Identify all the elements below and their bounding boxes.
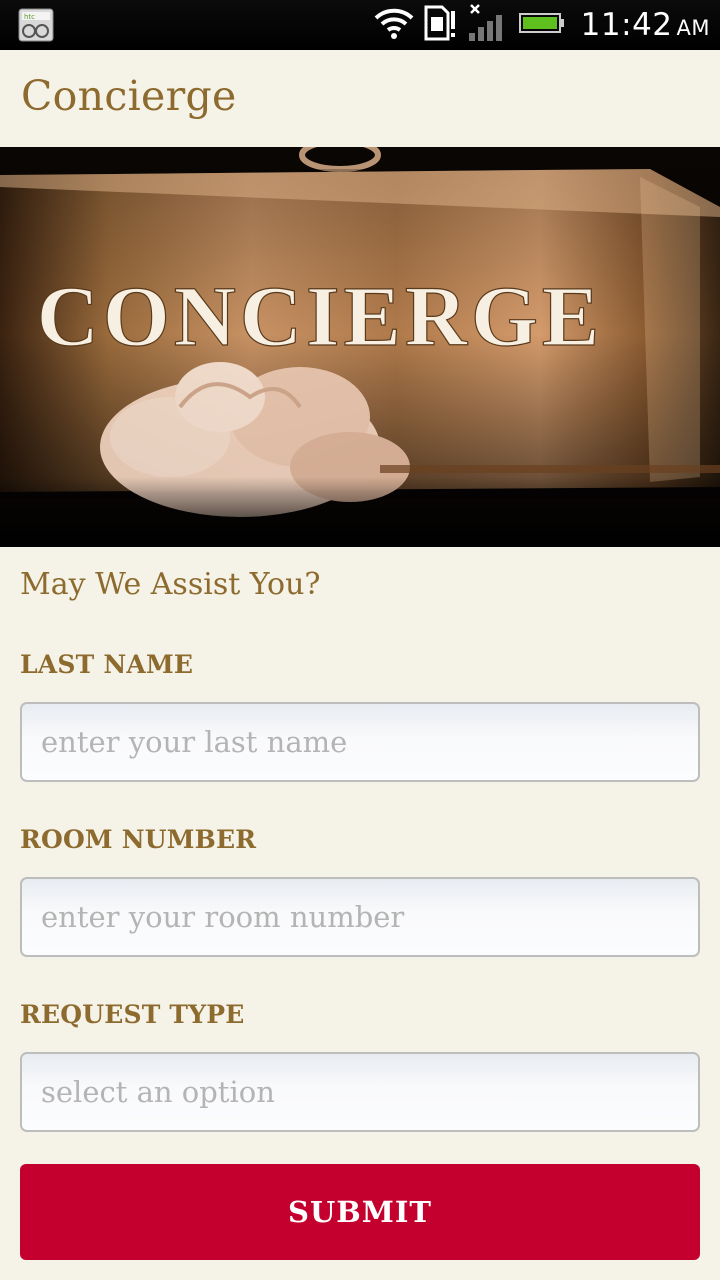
app-header: Concierge [0,50,720,147]
clock: 11:42 AM [581,7,710,43]
last-name-label: LAST NAME [20,650,194,679]
hero-sign-text: CONCIERGE [37,268,603,364]
sim-alert-icon [423,5,457,45]
svg-text:htc: htc [24,13,35,21]
status-bar: htc 11:42 AM [0,0,720,50]
clock-time: 11:42 [580,7,673,43]
battery-charging-icon [518,10,565,40]
form-heading: May We Assist You? [20,567,321,602]
hero-image: CONCIERGE [0,147,720,547]
request-type-select[interactable]: select an option [20,1052,700,1132]
submit-button[interactable]: SUBMIT [20,1164,700,1260]
signal-no-service-icon [467,3,505,47]
page-title: Concierge [21,72,237,120]
last-name-input[interactable] [20,702,700,782]
htc-sync-icon: htc [18,8,54,42]
wifi-icon [373,6,415,44]
room-number-label: ROOM NUMBER [20,825,257,854]
request-type-placeholder: select an option [41,1075,275,1109]
room-number-input[interactable] [20,877,700,957]
request-type-label: REQUEST TYPE [20,1000,245,1029]
clock-ampm: AM [676,16,710,40]
